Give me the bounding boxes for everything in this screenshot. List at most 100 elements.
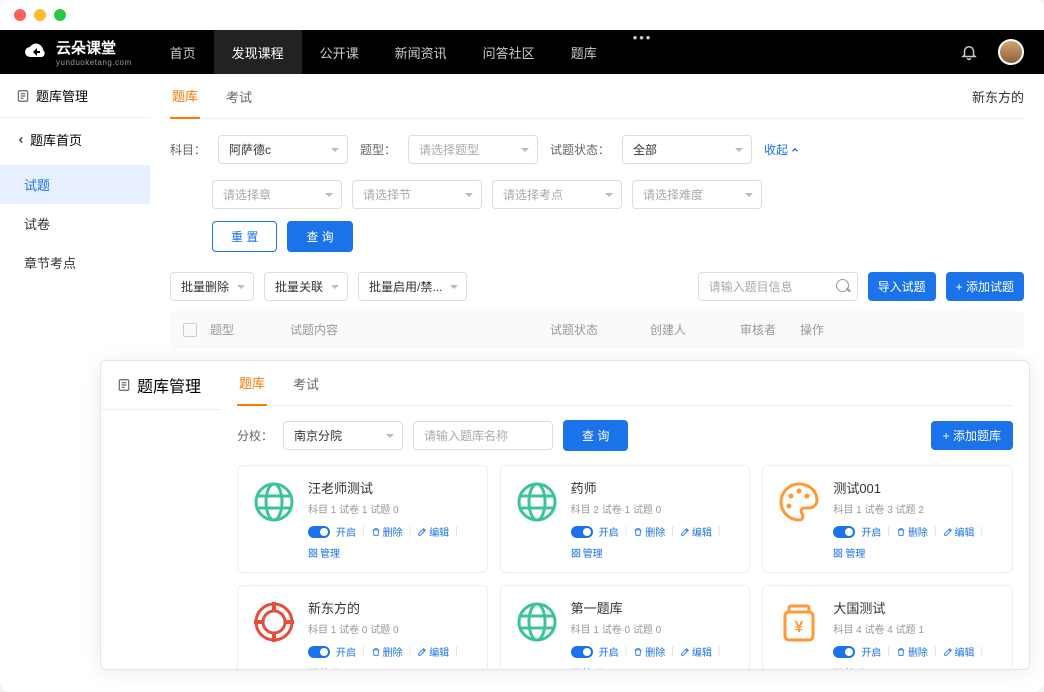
card-meta: 科目 1 试卷 0 试题 0 <box>308 621 475 636</box>
op-manage[interactable]: 管理 <box>571 665 603 669</box>
cloud-icon <box>20 37 50 67</box>
window-controls <box>0 0 1044 30</box>
op-open: 开启 <box>336 524 356 539</box>
breadcrumb-back[interactable]: 题库首页 <box>0 118 150 161</box>
type-select[interactable]: 请选择题型 <box>408 135 538 164</box>
sidebar-item-papers[interactable]: 试卷 <box>0 204 150 243</box>
logo[interactable]: 云朵课堂yunduoketang.com <box>20 37 132 67</box>
maximize-dot[interactable] <box>54 9 66 21</box>
nav-bank[interactable]: 题库 <box>553 30 615 74</box>
search-input[interactable]: 请输入题目信息 <box>698 272 858 301</box>
overlay-window: 题库管理 题库 考试 分校： 南京分院 请输入题库名称 查 询 + 添加题库 汪… <box>100 360 1030 670</box>
card-icon <box>775 478 823 526</box>
minimize-dot[interactable] <box>34 9 46 21</box>
sidebar-item-points[interactable]: 章节考点 <box>0 243 150 282</box>
op-delete[interactable]: 删除 <box>371 644 403 659</box>
th-creator: 创建人 <box>650 321 740 338</box>
card-title: 大国测试 <box>833 598 1000 617</box>
op-delete[interactable]: 删除 <box>896 644 928 659</box>
op-manage[interactable]: 管理 <box>833 545 865 560</box>
card-meta: 科目 1 试卷 0 试题 0 <box>571 621 738 636</box>
logo-text: 云朵课堂 <box>56 37 132 58</box>
svg-text:¥: ¥ <box>795 619 804 636</box>
checkbox-all[interactable] <box>183 323 197 337</box>
collapse-link[interactable]: 收起 <box>764 141 800 158</box>
op-delete[interactable]: 删除 <box>896 524 928 539</box>
bulk-delete-select[interactable]: 批量删除 <box>170 272 254 301</box>
op-open: 开启 <box>599 644 619 659</box>
bank-search-input[interactable]: 请输入题库名称 <box>413 421 553 450</box>
toggle-open[interactable] <box>833 646 855 658</box>
op-delete[interactable]: 删除 <box>371 524 403 539</box>
branch-select[interactable]: 南京分院 <box>283 421 403 450</box>
nav-open[interactable]: 公开课 <box>302 30 377 74</box>
card-icon <box>250 598 298 646</box>
th-content: 试题内容 <box>290 321 550 338</box>
op-open: 开启 <box>336 644 356 659</box>
card-meta: 科目 1 试卷 3 试题 2 <box>833 501 1000 516</box>
doc-icon <box>117 378 131 392</box>
chevron-up-icon <box>790 145 800 155</box>
bank-card: 新东方的科目 1 试卷 0 试题 0开启|删除|编辑|管理 <box>237 585 488 669</box>
op-edit[interactable]: 编辑 <box>417 644 449 659</box>
toggle-open[interactable] <box>571 526 593 538</box>
nav-qa[interactable]: 问答社区 <box>465 30 553 74</box>
card-title: 第一题库 <box>571 598 738 617</box>
type-label: 题型： <box>360 141 396 158</box>
difficulty-select[interactable]: 请选择难度 <box>632 180 762 209</box>
query2-button[interactable]: 查 询 <box>563 420 628 451</box>
nav-discover[interactable]: 发现课程 <box>214 30 302 74</box>
status-select[interactable]: 全部 <box>622 135 752 164</box>
status-label: 试题状态： <box>550 141 610 158</box>
query-button[interactable]: 查 询 <box>287 221 352 252</box>
op-manage[interactable]: 管理 <box>308 665 340 669</box>
nav-news[interactable]: 新闻资讯 <box>377 30 465 74</box>
card-meta: 科目 1 试卷 1 试题 0 <box>308 501 475 516</box>
card-title: 新东方的 <box>308 598 475 617</box>
op-manage[interactable]: 管理 <box>571 545 603 560</box>
point-select[interactable]: 请选择考点 <box>492 180 622 209</box>
tab-exam[interactable]: 考试 <box>224 75 254 118</box>
tab2-exam[interactable]: 考试 <box>291 362 321 405</box>
nav-more[interactable]: ••• <box>615 30 671 74</box>
op-edit[interactable]: 编辑 <box>680 644 712 659</box>
card-icon <box>250 478 298 526</box>
tab-bank[interactable]: 题库 <box>170 74 200 119</box>
top-nav: 云朵课堂yunduoketang.com 首页 发现课程 公开课 新闻资讯 问答… <box>0 30 1044 74</box>
import-button[interactable]: 导入试题 <box>868 272 936 301</box>
op-edit[interactable]: 编辑 <box>943 644 975 659</box>
bell-icon[interactable] <box>960 43 978 61</box>
tabs-right-label: 新东方的 <box>972 87 1024 106</box>
add-question-button[interactable]: + 添加试题 <box>946 272 1024 301</box>
chevron-left-icon <box>16 135 26 145</box>
tab2-bank[interactable]: 题库 <box>237 361 267 406</box>
op-edit[interactable]: 编辑 <box>680 524 712 539</box>
op-edit[interactable]: 编辑 <box>943 524 975 539</box>
add-bank-button[interactable]: + 添加题库 <box>931 421 1013 450</box>
card-meta: 科目 2 试卷 1 试题 0 <box>571 501 738 516</box>
op-manage[interactable]: 管理 <box>833 665 865 669</box>
bank-card: 测试001科目 1 试卷 3 试题 2开启|删除|编辑|管理 <box>762 465 1013 573</box>
toggle-open[interactable] <box>308 646 330 658</box>
op-delete[interactable]: 删除 <box>633 524 665 539</box>
op-delete[interactable]: 删除 <box>633 644 665 659</box>
section-select[interactable]: 请选择节 <box>352 180 482 209</box>
bulk-enable-select[interactable]: 批量启用/禁... <box>358 272 467 301</box>
card-icon <box>513 598 561 646</box>
op-edit[interactable]: 编辑 <box>417 524 449 539</box>
card-icon: ¥ <box>775 598 823 646</box>
toggle-open[interactable] <box>308 526 330 538</box>
bulk-link-select[interactable]: 批量关联 <box>264 272 348 301</box>
close-dot[interactable] <box>14 9 26 21</box>
toggle-open[interactable] <box>571 646 593 658</box>
tabs2: 题库 考试 <box>237 361 1013 406</box>
reset-button[interactable]: 重 置 <box>212 221 277 252</box>
op-manage[interactable]: 管理 <box>308 545 340 560</box>
card-icon <box>513 478 561 526</box>
toggle-open[interactable] <box>833 526 855 538</box>
avatar[interactable] <box>998 39 1024 65</box>
sidebar-item-questions[interactable]: 试题 <box>0 165 150 204</box>
subject-select[interactable]: 阿萨德c <box>218 135 348 164</box>
nav-home[interactable]: 首页 <box>152 30 214 74</box>
chapter-select[interactable]: 请选择章 <box>212 180 342 209</box>
